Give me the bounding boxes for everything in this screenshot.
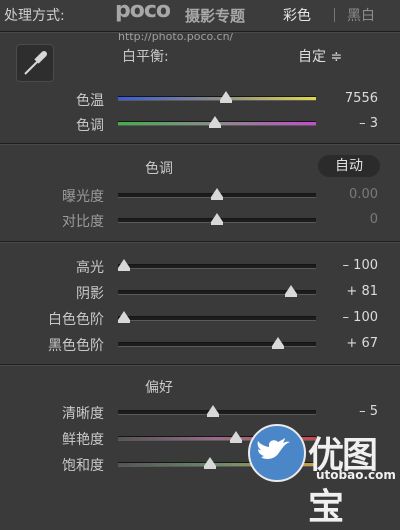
white-balance-label: 白平衡: [122, 49, 169, 65]
whites-slider-track[interactable] [118, 316, 316, 321]
panel-header: 处理方式: poco 摄影专题 彩色 黑白 http://photo.poco.… [0, 0, 400, 43]
tint-value[interactable]: – 3 [318, 116, 378, 131]
blacks-slider-track[interactable] [118, 342, 316, 347]
divider [0, 31, 400, 33]
whites-value[interactable]: – 100 [318, 310, 378, 325]
divider [0, 364, 400, 366]
divider [0, 143, 400, 145]
clarity-slider-thumb[interactable] [207, 405, 220, 417]
utobao-logo [248, 424, 306, 482]
whites-slider-thumb[interactable] [118, 311, 130, 323]
slider-label: 色调 [76, 118, 104, 134]
shadows-value[interactable]: + 81 [318, 284, 378, 299]
slider-label: 黑色色阶 [48, 338, 104, 354]
divider [0, 241, 400, 243]
slider-label: 饱和度 [62, 458, 104, 474]
temperature-slider-thumb[interactable] [220, 91, 233, 103]
slider-label: 清晰度 [62, 406, 104, 422]
slider-label: 对比度 [62, 214, 104, 230]
highlights-value[interactable]: – 100 [318, 258, 378, 273]
mode-color-button[interactable]: 彩色 [283, 5, 311, 25]
contrast-value[interactable]: 0 [318, 212, 378, 227]
blacks-slider-thumb[interactable] [272, 337, 285, 349]
highlights-slider-track[interactable] [118, 264, 316, 269]
exposure-slider-thumb[interactable] [211, 188, 223, 200]
slider-label: 鲜艳度 [62, 432, 104, 448]
utobao-logo-url: utobao.com [316, 468, 396, 482]
white-balance-eyedropper[interactable] [16, 44, 54, 82]
blacks-value[interactable]: + 67 [318, 336, 378, 351]
presence-section-title: 偏好 [145, 380, 173, 396]
watermark-name: 摄影专题 [185, 7, 246, 25]
watermark-brand: poco [115, 0, 171, 23]
slider-label: 色温 [76, 93, 104, 109]
tone-section-title: 色调 [145, 161, 173, 177]
clarity-value[interactable]: – 5 [318, 404, 378, 419]
bird-icon [257, 438, 290, 459]
temperature-value[interactable]: 7556 [318, 91, 378, 106]
treatment-label: 处理方式: [4, 8, 65, 24]
eyedropper-icon [24, 51, 47, 75]
temperature-slider-track[interactable] [118, 96, 316, 101]
mode-divider [334, 8, 335, 22]
white-balance-preset-select[interactable]: 自定 ≑ [298, 46, 342, 66]
slider-label: 阴影 [76, 286, 104, 302]
highlights-slider-thumb[interactable] [118, 259, 130, 271]
saturation-slider-thumb[interactable] [203, 457, 216, 469]
slider-label: 曝光度 [62, 189, 104, 205]
slider-label: 高光 [76, 260, 104, 276]
contrast-slider-thumb[interactable] [211, 213, 223, 225]
slider-label: 白色色阶 [48, 312, 104, 328]
tint-slider-thumb[interactable] [209, 116, 222, 128]
mode-bw-button[interactable]: 黑白 [347, 5, 375, 25]
auto-tone-button[interactable]: 自动 [318, 155, 380, 177]
shadows-slider-thumb[interactable] [285, 285, 298, 297]
vibrance-slider-thumb[interactable] [229, 431, 242, 443]
exposure-value[interactable]: 0.00 [318, 187, 378, 202]
